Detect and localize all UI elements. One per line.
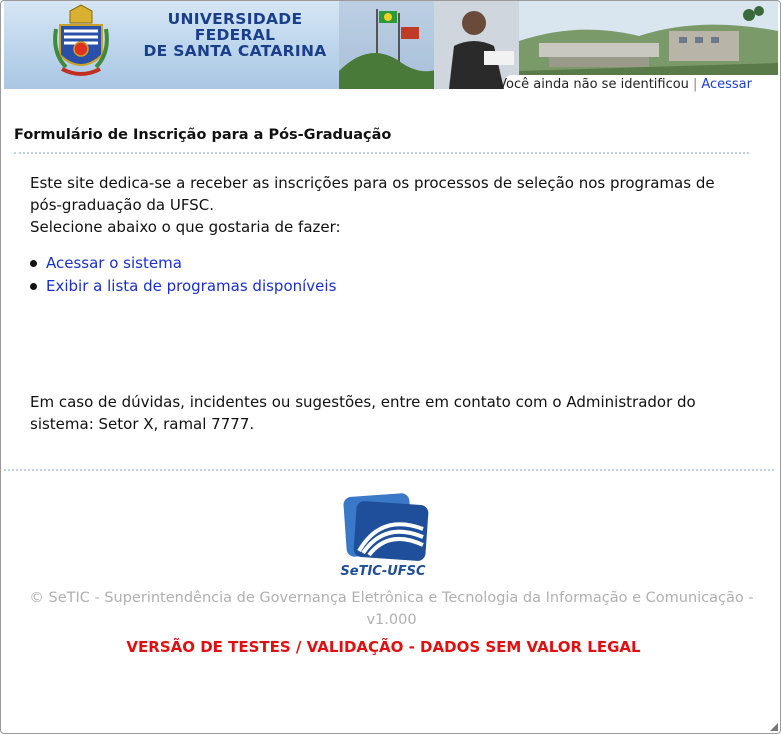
- footer-divider: [4, 469, 774, 471]
- setic-logo-text: SeTIC-UFSC: [340, 564, 426, 579]
- contact-text: Em caso de dúvidas, incidentes ou sugest…: [30, 393, 696, 433]
- resize-grip-icon[interactable]: [770, 723, 778, 731]
- title-divider: [14, 152, 749, 154]
- access-system-link[interactable]: Acessar o sistema: [46, 254, 182, 272]
- university-name-line2: DE SANTA CATARINA: [143, 42, 327, 60]
- page-frame: UNIVERSIDADE FEDERAL DE SANTA CATARINA V…: [0, 0, 781, 734]
- action-list: Acessar o sistema Exibir a lista de prog…: [30, 252, 336, 298]
- setic-logo-icon: SeTIC-UFSC: [340, 493, 429, 579]
- login-status-bar: Você ainda não se identificou | Acessar: [498, 77, 752, 92]
- copyright-text: © SeTIC - Superintendência de Governança…: [29, 590, 754, 628]
- login-link[interactable]: Acessar: [701, 77, 752, 92]
- university-name: UNIVERSIDADE FEDERAL DE SANTA CATARINA: [129, 11, 341, 59]
- list-item: Exibir a lista de programas disponíveis: [30, 275, 336, 298]
- intro-text: Este site dedica-se a receber as inscriç…: [30, 172, 730, 238]
- intro-instruction: Selecione abaixo o que gostaria de fazer…: [30, 218, 341, 236]
- login-status-text: Você ainda não se identificou: [498, 77, 689, 92]
- ufsc-crest-icon: [53, 4, 109, 76]
- university-name-line1: UNIVERSIDADE FEDERAL: [167, 10, 303, 44]
- programs-list-link[interactable]: Exibir a lista de programas disponíveis: [46, 277, 336, 295]
- intro-paragraph: Este site dedica-se a receber as inscriç…: [30, 174, 715, 214]
- test-version-warning: VERSÃO DE TESTES / VALIDAÇÃO - DADOS SEM…: [126, 638, 641, 656]
- login-separator: |: [692, 77, 698, 92]
- header-banner: UNIVERSIDADE FEDERAL DE SANTA CATARINA: [4, 1, 778, 89]
- page-title: Formulário de Inscrição para a Pós-Gradu…: [14, 127, 392, 143]
- list-item: Acessar o sistema: [30, 252, 336, 275]
